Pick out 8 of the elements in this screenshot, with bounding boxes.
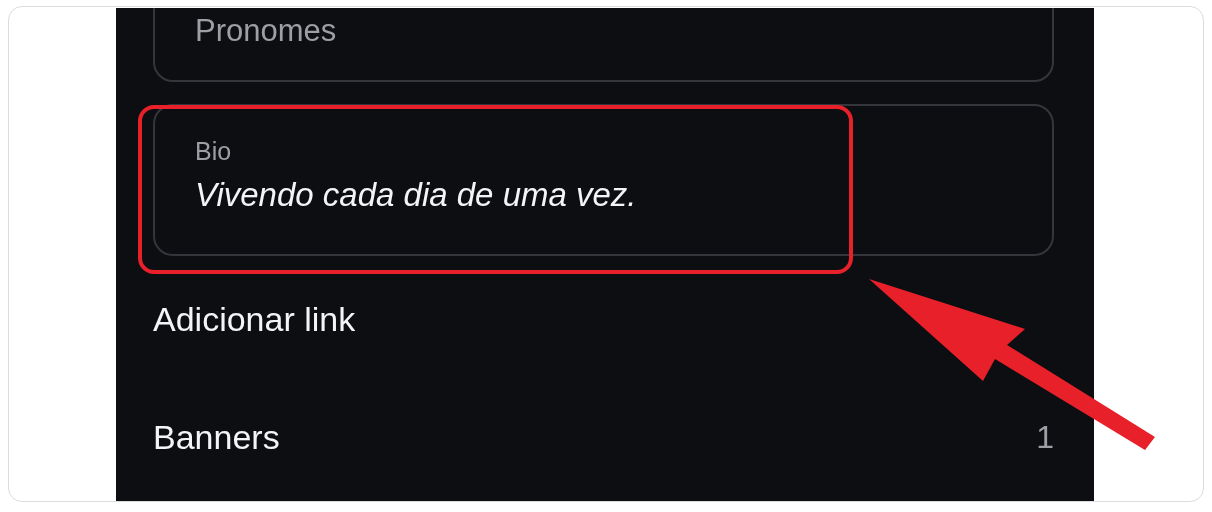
menu-item[interactable]: Banners [153, 411, 280, 463]
item-count: 1 [1036, 418, 1054, 457]
menu-item[interactable]: Adicionar link [153, 293, 356, 345]
field-label: Bio [195, 136, 233, 166]
field-label: Pronomes [195, 12, 338, 50]
text-field[interactable]: Pronomes [153, 8, 1054, 82]
field-value: Vivendo cada dia de uma vez. [195, 175, 638, 215]
text-field[interactable]: Bio Vivendo cada dia de uma vez. [153, 104, 1054, 256]
